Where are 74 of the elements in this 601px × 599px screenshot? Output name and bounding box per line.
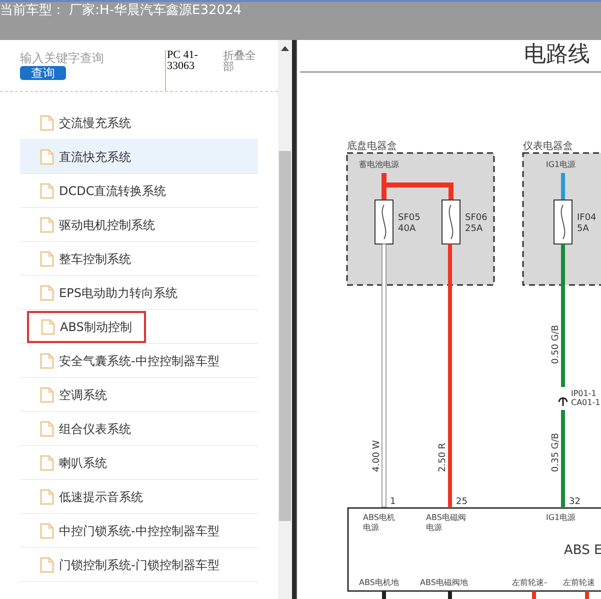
connector-label: IP01-1 xyxy=(571,389,596,398)
box-label: 仪表电器盒 xyxy=(523,141,573,152)
fuse-rating: 25A xyxy=(465,224,483,234)
item-label: EPS电动助力转向系统 xyxy=(38,282,180,304)
item-label: 安全气囊系统-中控控制器车型 xyxy=(38,350,222,372)
pin-label: ABS电磁阀 电源 xyxy=(426,513,466,532)
power-wire xyxy=(382,170,454,202)
fuse-name: IF04 xyxy=(577,213,596,223)
document-icon xyxy=(40,114,54,130)
pin-number: 25 xyxy=(456,497,468,507)
wire-label: 0.50 G/B xyxy=(551,324,561,364)
document-icon xyxy=(40,250,54,266)
pin-label: ABS电机地 xyxy=(359,578,399,587)
fuse-name: SF05 xyxy=(398,213,420,223)
vehicle-title: 当前车型： 厂家:H-华晨汽车鑫源E32024 xyxy=(0,2,243,17)
search-field[interactable]: 输入关键字查询 xyxy=(20,50,160,66)
document-icon xyxy=(40,284,54,300)
document-icon xyxy=(40,420,54,436)
item-label: 整车控制系统 xyxy=(38,248,133,270)
item-label: 驱动电机控制系统 xyxy=(38,214,157,236)
diagram-title: 电路线 xyxy=(524,42,590,67)
wire-stub xyxy=(382,589,452,599)
tree-item[interactable]: ABS制动控制 xyxy=(20,310,258,344)
item-label: 喇叭系统 xyxy=(38,452,109,474)
item-label: 组合仪表系统 xyxy=(38,418,133,440)
pin-label: 左前轮速 xyxy=(563,578,595,587)
wire-label: 4.00 W xyxy=(372,440,382,472)
wire-label: 0.35 G/B xyxy=(551,432,561,472)
scrollbar[interactable] xyxy=(278,40,292,599)
part-code: PC 41-33063 xyxy=(165,50,223,91)
document-icon xyxy=(40,522,54,538)
fuse-symbol xyxy=(442,200,460,244)
pin-label: IG1电源 xyxy=(546,513,576,522)
ignition-wire xyxy=(561,173,565,200)
power-source-label: IG1电源 xyxy=(546,160,576,169)
document-icon xyxy=(40,556,54,572)
collapse-all-link[interactable]: 折叠全部 xyxy=(223,50,263,72)
item-label: 门锁控制系统-门锁控制器车型 xyxy=(38,554,222,576)
item-label: 直流快充系统 xyxy=(38,146,133,168)
scroll-up-icon[interactable] xyxy=(281,46,289,51)
fuse-symbol xyxy=(374,200,394,244)
box-label: 底盘电器盒 xyxy=(347,141,397,152)
power-source-label: 蓄电池电源 xyxy=(359,160,399,169)
document-icon xyxy=(40,386,54,402)
module-name: ABS E xyxy=(564,543,601,558)
item-label: DCDC直流转换系统 xyxy=(38,180,168,202)
fuse-rating: 40A xyxy=(398,224,416,234)
pin-label: ABS电磁阀地 xyxy=(420,578,468,587)
pin-number: 32 xyxy=(569,497,580,507)
document-icon xyxy=(41,318,55,334)
document-icon xyxy=(40,352,54,368)
scrollbar-thumb[interactable] xyxy=(279,151,291,521)
tree-item[interactable]: 直流快充系统 xyxy=(20,140,258,174)
pin-label: ABS电机 电源 xyxy=(363,513,395,532)
pin-label: 左前轮速- xyxy=(512,578,547,587)
fuse-symbol xyxy=(554,200,572,244)
document-icon xyxy=(40,148,54,164)
item-label: 交流慢充系统 xyxy=(38,112,133,134)
item-label: 中控门锁系统-中控控制器车型 xyxy=(38,520,222,542)
document-icon xyxy=(40,182,54,198)
connector-label: CA01-1 xyxy=(571,398,600,407)
fuse-rating: 5A xyxy=(577,224,589,234)
fuse-name: SF06 xyxy=(465,213,488,223)
document-icon xyxy=(40,216,54,232)
item-label: ABS制动控制 xyxy=(27,310,146,342)
item-label: 低速提示音系统 xyxy=(38,486,145,508)
document-icon xyxy=(40,454,54,470)
item-label: 空调系统 xyxy=(38,384,109,406)
connector-icon xyxy=(558,397,568,407)
document-icon xyxy=(40,488,54,504)
wire-label: 2.50 R xyxy=(438,442,448,472)
search-button[interactable]: 查询 xyxy=(20,66,66,80)
wire-stub xyxy=(532,589,589,599)
pin-number: 1 xyxy=(390,497,396,507)
